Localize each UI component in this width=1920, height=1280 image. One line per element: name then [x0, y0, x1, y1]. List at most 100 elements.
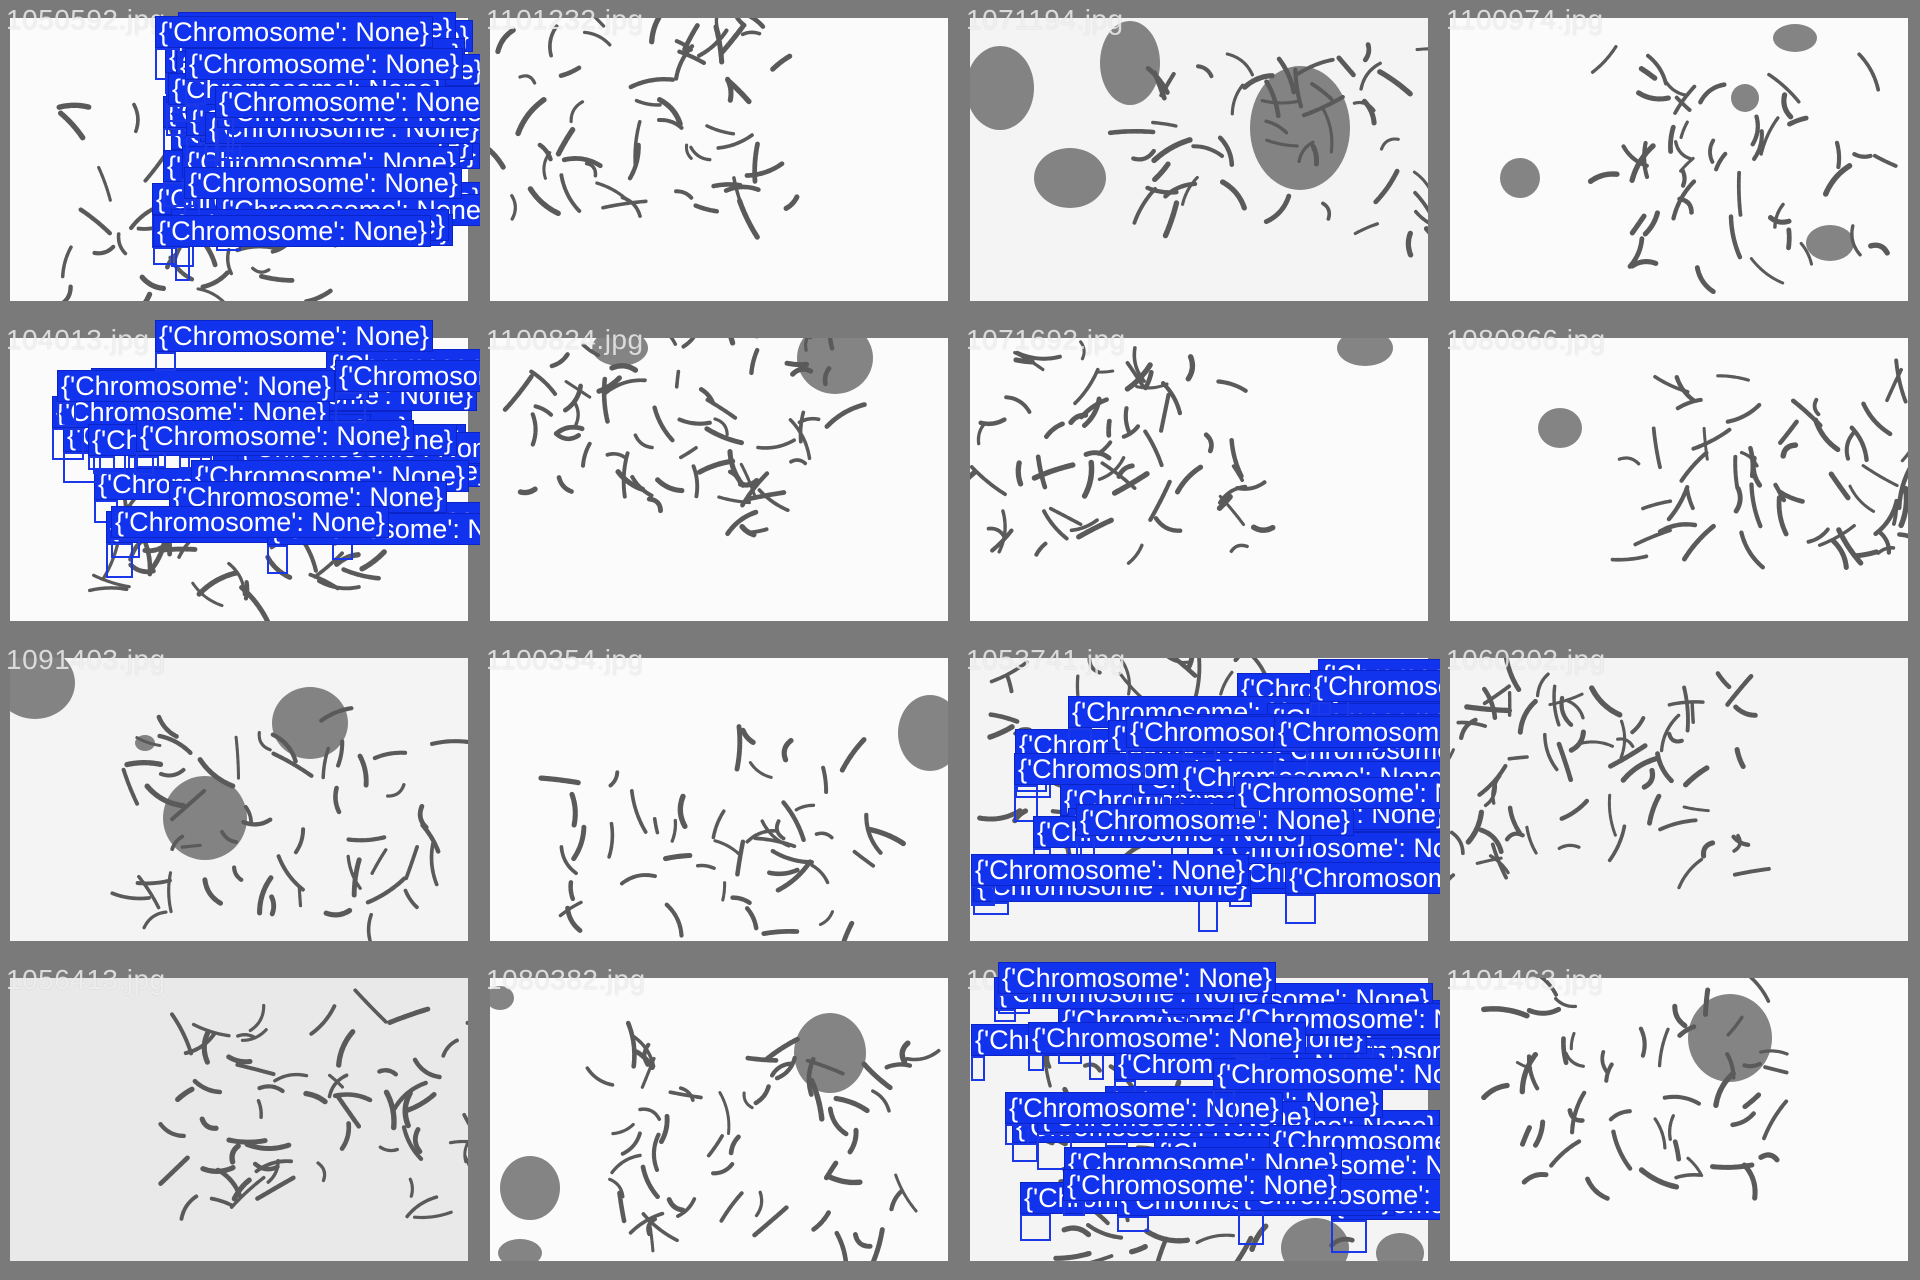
chromosome: [1219, 179, 1247, 211]
chromosome: [360, 414, 370, 440]
chromosome: [1172, 715, 1196, 732]
image-tile[interactable]: 1091403.jpg: [0, 640, 480, 960]
chromosome-spread: [1450, 658, 1771, 890]
chromosome: [1641, 499, 1673, 511]
chromosome: [1672, 1003, 1688, 1029]
image-tile[interactable]: 1071194.jpg: [960, 0, 1440, 320]
chromosome: [1251, 1091, 1265, 1125]
chromosome: [568, 880, 576, 902]
chromosome: [225, 172, 253, 182]
chromosome: [179, 1194, 199, 1221]
chromosome: [390, 467, 409, 475]
chromosome-spread: [56, 80, 357, 301]
chromosome: [1638, 66, 1658, 81]
chromosome: [652, 405, 675, 443]
nucleus: [498, 1239, 542, 1261]
image-tile[interactable]: 1101232.jpg: [480, 0, 960, 320]
image-tile[interactable]: 1060202.jpg: [1440, 640, 1920, 960]
chromosome: [177, 534, 197, 559]
image-tile[interactable]: 1080382.jpg: [480, 960, 960, 1280]
chromosome: [298, 452, 331, 465]
chromosome: [1741, 1162, 1758, 1201]
chromosome: [1739, 530, 1765, 570]
chromosome: [91, 573, 131, 589]
chromosome: [305, 525, 340, 539]
chromosome: [1201, 819, 1238, 829]
chromosome: [1564, 1051, 1585, 1068]
chromosome: [271, 454, 294, 464]
chromosome: [1481, 1082, 1510, 1101]
chromosome: [241, 111, 271, 121]
chromosome: [1559, 797, 1590, 821]
chromosome: [1698, 82, 1727, 105]
chromosome: [889, 1189, 904, 1212]
nucleus: [1731, 84, 1759, 112]
chromosome: [573, 401, 580, 427]
chromosome: [1680, 168, 1687, 188]
chromosome: [1570, 1090, 1587, 1135]
chromosome: [1073, 367, 1100, 406]
chromosome: [1557, 843, 1581, 851]
chromosome: [1089, 1254, 1114, 1261]
chromosome: [109, 890, 151, 901]
chromosome: [619, 873, 657, 886]
chromosome: [293, 827, 306, 855]
chromosome: [610, 1153, 642, 1175]
chromosome: [1690, 702, 1695, 724]
chromosome: [502, 374, 534, 412]
image-tile[interactable]: 1071692.jpg: [960, 320, 1440, 640]
chromosome: [420, 822, 441, 854]
image-tile[interactable]: {'Chromosome': None}{'Chromosome': None}…: [960, 640, 1440, 960]
chromosome: [56, 102, 92, 110]
nucleus: [1250, 66, 1350, 190]
image-tile[interactable]: {'Chromosome': None}{'Chromosome': None}…: [0, 0, 480, 320]
chromosome: [387, 445, 426, 458]
chromosome: [158, 546, 198, 553]
chromosome-spread: [490, 18, 800, 240]
chromosome: [1203, 723, 1225, 729]
chromosome: [1131, 148, 1156, 162]
image-tile[interactable]: 1056413.jpg: [0, 960, 480, 1280]
chromosome: [239, 585, 271, 621]
chromosome: [1674, 1173, 1702, 1180]
chromosome: [560, 156, 603, 169]
chromosome: [542, 151, 552, 180]
chromosome: [1203, 432, 1214, 454]
chromosome: [378, 1145, 399, 1153]
nucleus: [272, 687, 348, 759]
chromosome: [412, 1127, 423, 1155]
image-tile[interactable]: 1100974.jpg: [1440, 0, 1920, 320]
chromosome: [1617, 456, 1641, 466]
chromosome: [834, 1230, 849, 1261]
chromosome: [734, 724, 743, 772]
chromosome: [1672, 1139, 1682, 1162]
chromosome: [248, 1003, 266, 1033]
chromosome: [558, 65, 582, 78]
image-tile[interactable]: 1101463.jpg: [1440, 960, 1920, 1280]
image-tile[interactable]: 1100824.jpg: [480, 320, 960, 640]
chromosome: [749, 347, 760, 376]
chromosome: [970, 469, 977, 480]
chromosome: [711, 809, 726, 840]
nucleus: [1337, 338, 1393, 366]
chromosome: [1126, 543, 1144, 565]
image-tile[interactable]: {'Chromosome': None}{'Chromosome': None}…: [0, 320, 480, 640]
image-tile[interactable]: 1080866.jpg: [1440, 320, 1920, 640]
chromosome: [629, 789, 648, 834]
image-tile[interactable]: {'Chromosome': None}{'Chromosome': None}…: [960, 960, 1440, 1280]
chromosome: [581, 441, 592, 468]
chromosome: [386, 783, 406, 798]
chromosome: [157, 733, 193, 755]
chromosome: [366, 912, 373, 941]
chromosome: [1668, 124, 1676, 155]
image-filename: 104013.jpg: [6, 324, 150, 355]
chromosome: [847, 1127, 859, 1155]
chromosome: [232, 865, 244, 882]
image-filename: 1060202.jpg: [1446, 644, 1606, 675]
chromosome-spread: [490, 986, 941, 1261]
chromosome: [530, 412, 538, 447]
image-tile[interactable]: 1100354.jpg: [480, 640, 960, 960]
chromosome: [297, 886, 303, 908]
chromosome: [1249, 1223, 1269, 1252]
chromosome: [1566, 699, 1585, 720]
